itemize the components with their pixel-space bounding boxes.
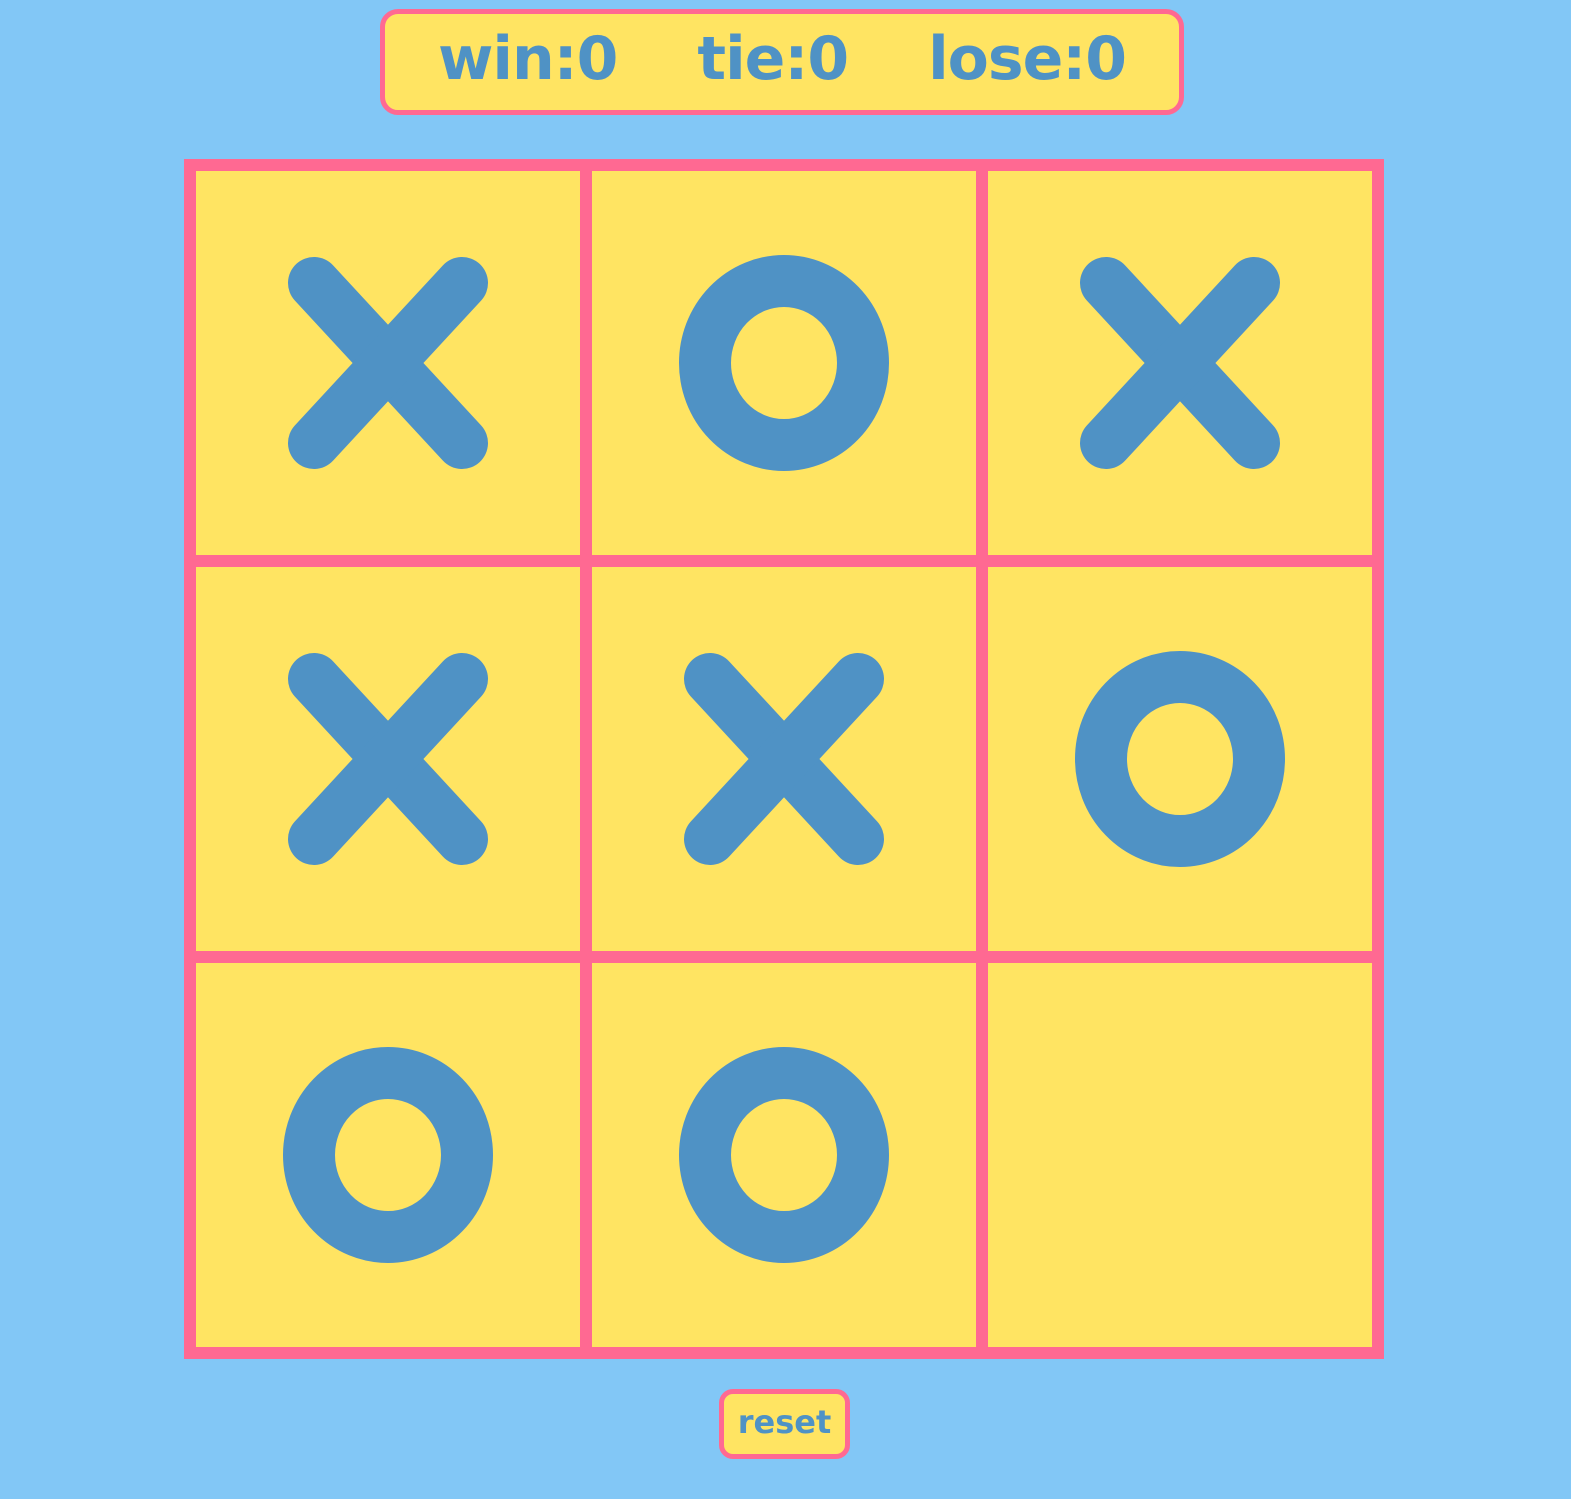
board-cell-8[interactable] [592,963,976,1347]
x-mark-icon [1070,253,1290,473]
o-mark-icon [674,253,894,473]
x-mark-icon [278,649,498,869]
reset-button[interactable]: reset [719,1389,850,1459]
x-mark-icon [674,649,894,869]
o-mark-icon [674,1045,894,1265]
board-cell-2[interactable] [592,171,976,555]
board-cell-7[interactable] [196,963,580,1347]
tie-score: tie:0 [697,24,849,94]
board-cell-1[interactable] [196,171,580,555]
board-cell-4[interactable] [196,567,580,951]
board-cell-6[interactable] [988,567,1372,951]
game-board [184,159,1384,1359]
board-cell-5[interactable] [592,567,976,951]
lose-score: lose:0 [928,24,1127,94]
scoreboard: win:0 tie:0 lose:0 [380,9,1184,115]
o-mark-icon [278,1045,498,1265]
o-mark-icon [1070,649,1290,869]
x-mark-icon [278,253,498,473]
board-cell-9[interactable] [988,963,1372,1347]
board-cell-3[interactable] [988,171,1372,555]
win-score: win:0 [437,24,618,94]
